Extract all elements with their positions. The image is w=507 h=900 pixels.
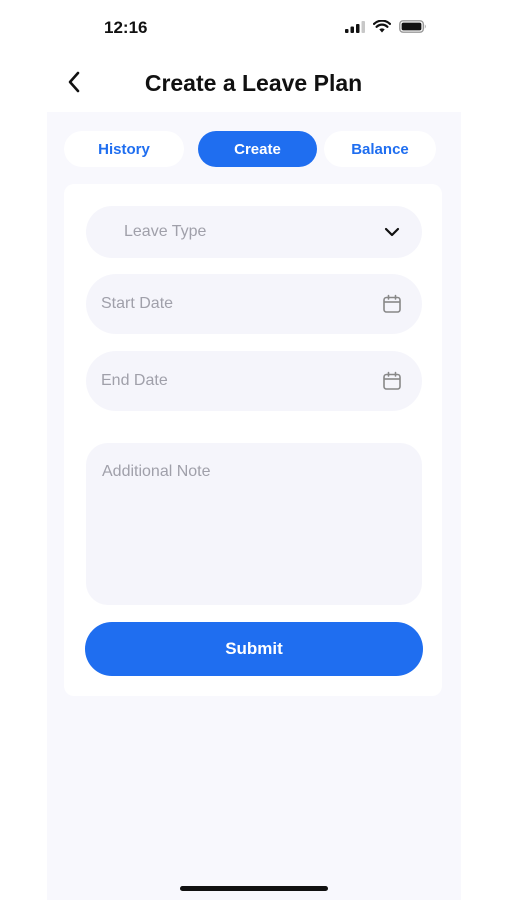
status-icons <box>345 19 427 38</box>
status-time: 12:16 <box>104 18 148 37</box>
form-card <box>64 184 442 696</box>
end-date-placeholder: End Date <box>101 372 168 389</box>
tab-create[interactable]: Create <box>198 131 317 167</box>
submit-button[interactable]: Submit <box>85 622 423 676</box>
page-title: Create a Leave Plan <box>144 70 363 96</box>
start-date-field[interactable]: Start Date <box>86 274 422 334</box>
tab-bar: History Create Balance <box>64 131 436 167</box>
tab-history[interactable]: History <box>64 131 184 167</box>
screen: 12:16 Create a Leave Plan History Create… <box>0 0 507 900</box>
calendar-icon[interactable] <box>382 371 402 391</box>
home-indicator[interactable] <box>180 886 328 891</box>
start-date-placeholder: Start Date <box>101 295 174 312</box>
calendar-icon[interactable] <box>382 294 402 314</box>
battery-icon <box>399 20 427 38</box>
tab-balance[interactable]: Balance <box>324 131 436 167</box>
wifi-icon <box>372 19 392 38</box>
signal-icon <box>345 20 365 38</box>
leave-type-select[interactable]: Leave Type <box>86 206 422 258</box>
end-date-field[interactable]: End Date <box>86 351 422 411</box>
leave-type-placeholder: Leave Type <box>124 223 207 240</box>
additional-note-placeholder: Additional Note <box>102 463 211 480</box>
chevron-down-icon <box>384 227 400 237</box>
additional-note-textarea[interactable]: Additional Note <box>86 443 422 605</box>
